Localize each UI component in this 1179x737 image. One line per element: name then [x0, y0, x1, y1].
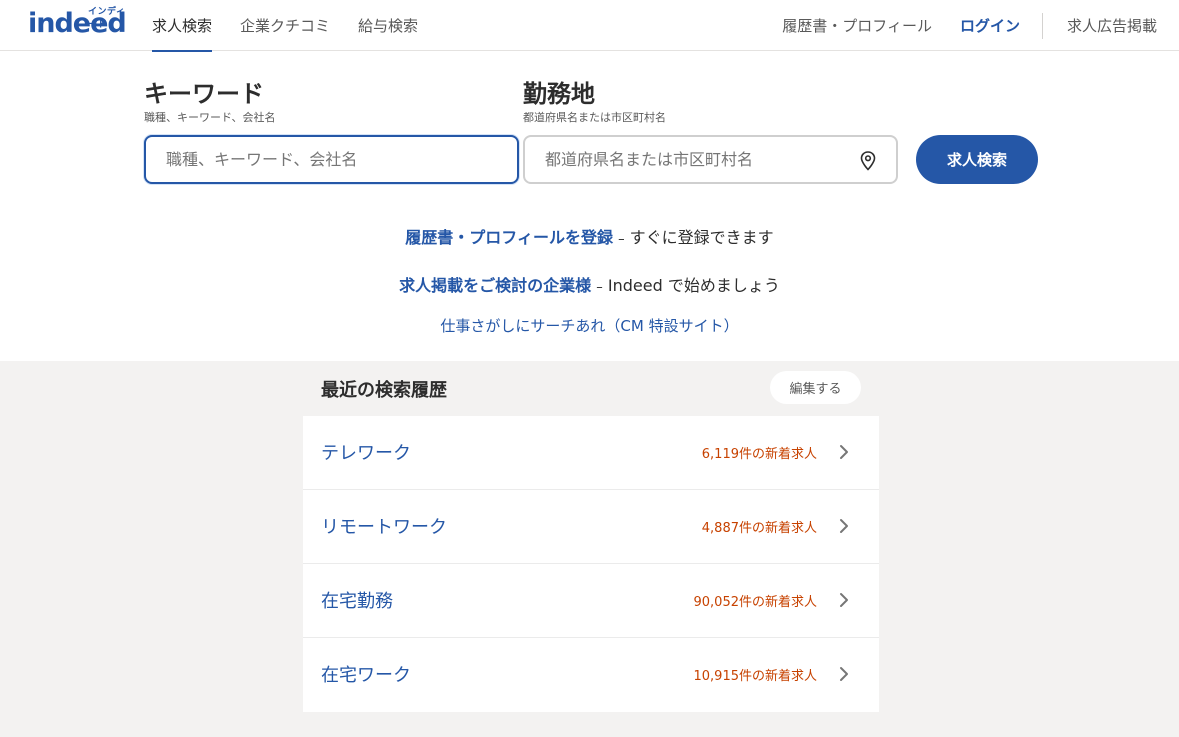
location-label: 勤務地: [523, 80, 595, 108]
search-term: リモートワーク: [321, 517, 447, 538]
list-item[interactable]: テレワーク 6,119件の新着求人: [303, 416, 879, 490]
cm-site-link[interactable]: 仕事さがしにサーチあれ（CM 特設サイト）: [0, 315, 1179, 336]
nav-resume-profile[interactable]: 履歴書・プロフィール: [768, 15, 946, 36]
promo-resume: 履歴書・プロフィールを登録 – すぐに登録できます: [0, 224, 1179, 248]
list-item[interactable]: 在宅勤務 90,052件の新着求人: [303, 564, 879, 638]
logo-text: indeed: [28, 8, 127, 39]
new-job-count: 90,052件の新着求人: [693, 595, 818, 610]
indeed-logo[interactable]: インディード indeed: [28, 4, 128, 40]
promo-employer-text: Indeed で始めましょう: [607, 276, 780, 295]
keyword-input[interactable]: [166, 150, 482, 169]
list-item[interactable]: リモートワーク 4,887件の新着求人: [303, 490, 879, 564]
location-field[interactable]: [523, 135, 898, 184]
nav-post-job[interactable]: 求人広告掲載: [1053, 15, 1179, 36]
promo-dash: –: [618, 232, 625, 247]
nav-salary-search[interactable]: 給与検索: [344, 0, 432, 51]
search-term: 在宅ワーク: [321, 665, 411, 686]
top-header: インディード indeed 求人検索 企業クチコミ 給与検索 履歴書・プロフィー…: [0, 0, 1179, 52]
keyword-label: キーワード: [144, 80, 264, 108]
new-job-count: 10,915件の新着求人: [693, 669, 818, 684]
map-pin-icon[interactable]: [860, 151, 876, 171]
chevron-right-icon: [840, 519, 848, 533]
keyword-sublabel: 職種、キーワード、会社名: [144, 111, 276, 124]
edit-button[interactable]: 編集する: [770, 371, 861, 404]
main-nav: 求人検索 企業クチコミ 給与検索: [138, 0, 432, 52]
location-sublabel: 都道府県名または市区町村名: [523, 111, 666, 124]
keyword-field[interactable]: [144, 135, 519, 184]
nav-login[interactable]: ログイン: [946, 15, 1034, 36]
register-resume-link[interactable]: 履歴書・プロフィールを登録: [405, 228, 613, 247]
new-job-count: 6,119件の新着求人: [701, 447, 817, 462]
promo-employer: 求人掲載をご検討の企業様 – Indeed で始めましょう: [0, 272, 1179, 296]
promo-dash: –: [596, 280, 603, 295]
chevron-right-icon: [840, 593, 848, 607]
recent-search-list: テレワーク 6,119件の新着求人 リモートワーク 4,887件の新着求人 在宅…: [303, 416, 879, 712]
search-term: テレワーク: [321, 443, 411, 464]
chevron-right-icon: [840, 667, 848, 681]
nav-company-reviews[interactable]: 企業クチコミ: [226, 0, 344, 51]
employer-link[interactable]: 求人掲載をご検討の企業様: [399, 276, 591, 295]
nav-divider: [1041, 12, 1043, 39]
list-item[interactable]: 在宅ワーク 10,915件の新着求人: [303, 638, 879, 712]
nav-job-search[interactable]: 求人検索: [138, 0, 226, 52]
account-nav: 履歴書・プロフィール ログイン 求人広告掲載: [768, 0, 1179, 51]
location-input[interactable]: [545, 150, 861, 169]
search-term: 在宅勤務: [321, 591, 393, 612]
chevron-right-icon: [840, 445, 848, 459]
promo-resume-text: すぐに登録できます: [629, 228, 774, 247]
recent-searches-title: 最近の検索履歴: [321, 380, 447, 401]
new-job-count: 4,887件の新着求人: [701, 521, 817, 536]
search-button[interactable]: 求人検索: [916, 135, 1038, 184]
